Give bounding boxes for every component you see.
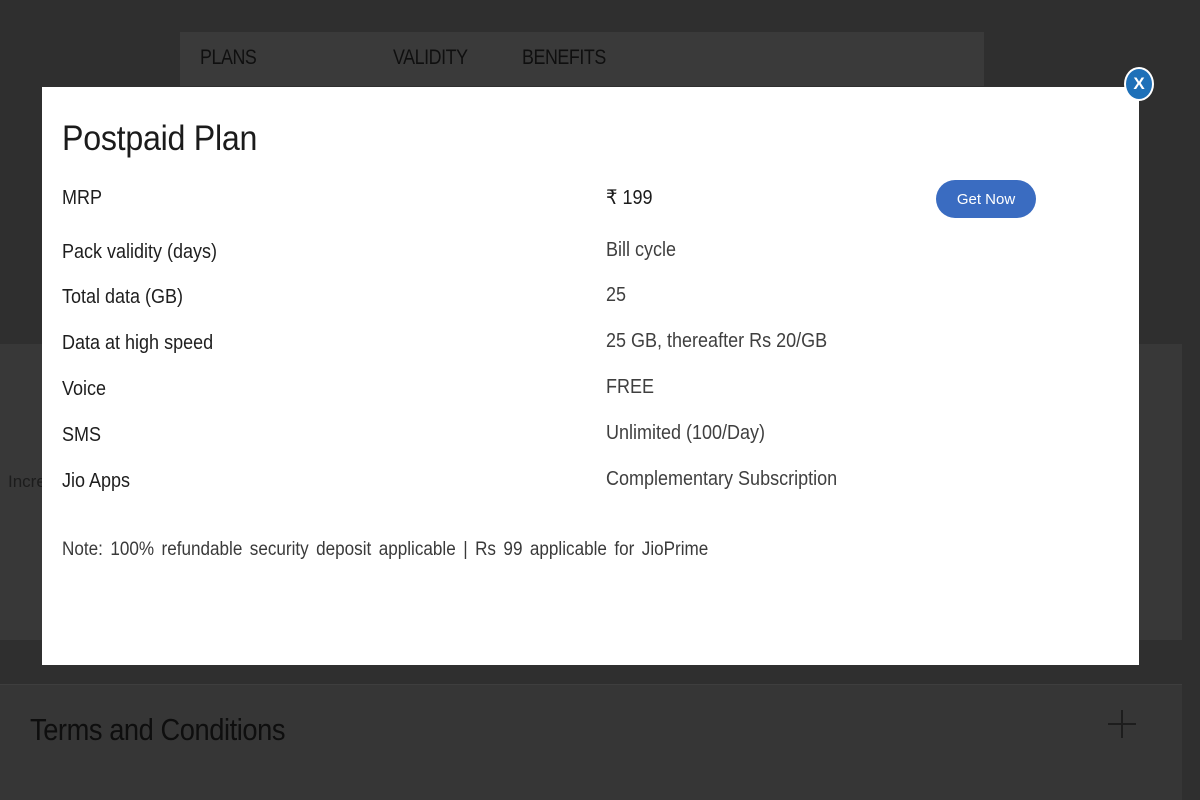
value-mrp: ₹ 199 — [606, 187, 653, 209]
background-card-text: Incre — [8, 472, 42, 491]
label-total-data: Total data (GB) — [62, 286, 184, 308]
value-voice: FREE — [606, 376, 655, 398]
value-data-high-speed: 25 GB, thereafter Rs 20/GB — [606, 330, 828, 352]
label-mrp: MRP — [62, 187, 103, 209]
plus-icon[interactable] — [1108, 710, 1136, 738]
modal-title: Postpaid Plan — [62, 119, 258, 158]
label-sms: SMS — [62, 424, 102, 446]
label-jio-apps: Jio Apps — [62, 470, 131, 492]
column-benefits: BENEFITS — [522, 46, 606, 69]
value-total-data: 25 — [606, 284, 627, 306]
plan-details-modal: Postpaid Plan MRP ₹ 199 Pack validity (d… — [42, 87, 1139, 665]
close-icon[interactable]: X — [1126, 69, 1152, 99]
value-jio-apps: Complementary Subscription — [606, 468, 838, 490]
value-sms: Unlimited (100/Day) — [606, 422, 766, 444]
label-pack-validity: Pack validity (days) — [62, 241, 218, 263]
label-voice: Voice — [62, 378, 107, 400]
label-data-high-speed: Data at high speed — [62, 332, 214, 354]
column-plans: PLANS — [200, 46, 257, 69]
column-validity: VALIDITY — [393, 46, 468, 69]
plan-note: Note: 100% refundable security deposit a… — [62, 539, 709, 560]
value-pack-validity: Bill cycle — [606, 239, 677, 261]
get-now-button[interactable]: Get Now — [936, 180, 1036, 218]
terms-title[interactable]: Terms and Conditions — [30, 712, 285, 748]
